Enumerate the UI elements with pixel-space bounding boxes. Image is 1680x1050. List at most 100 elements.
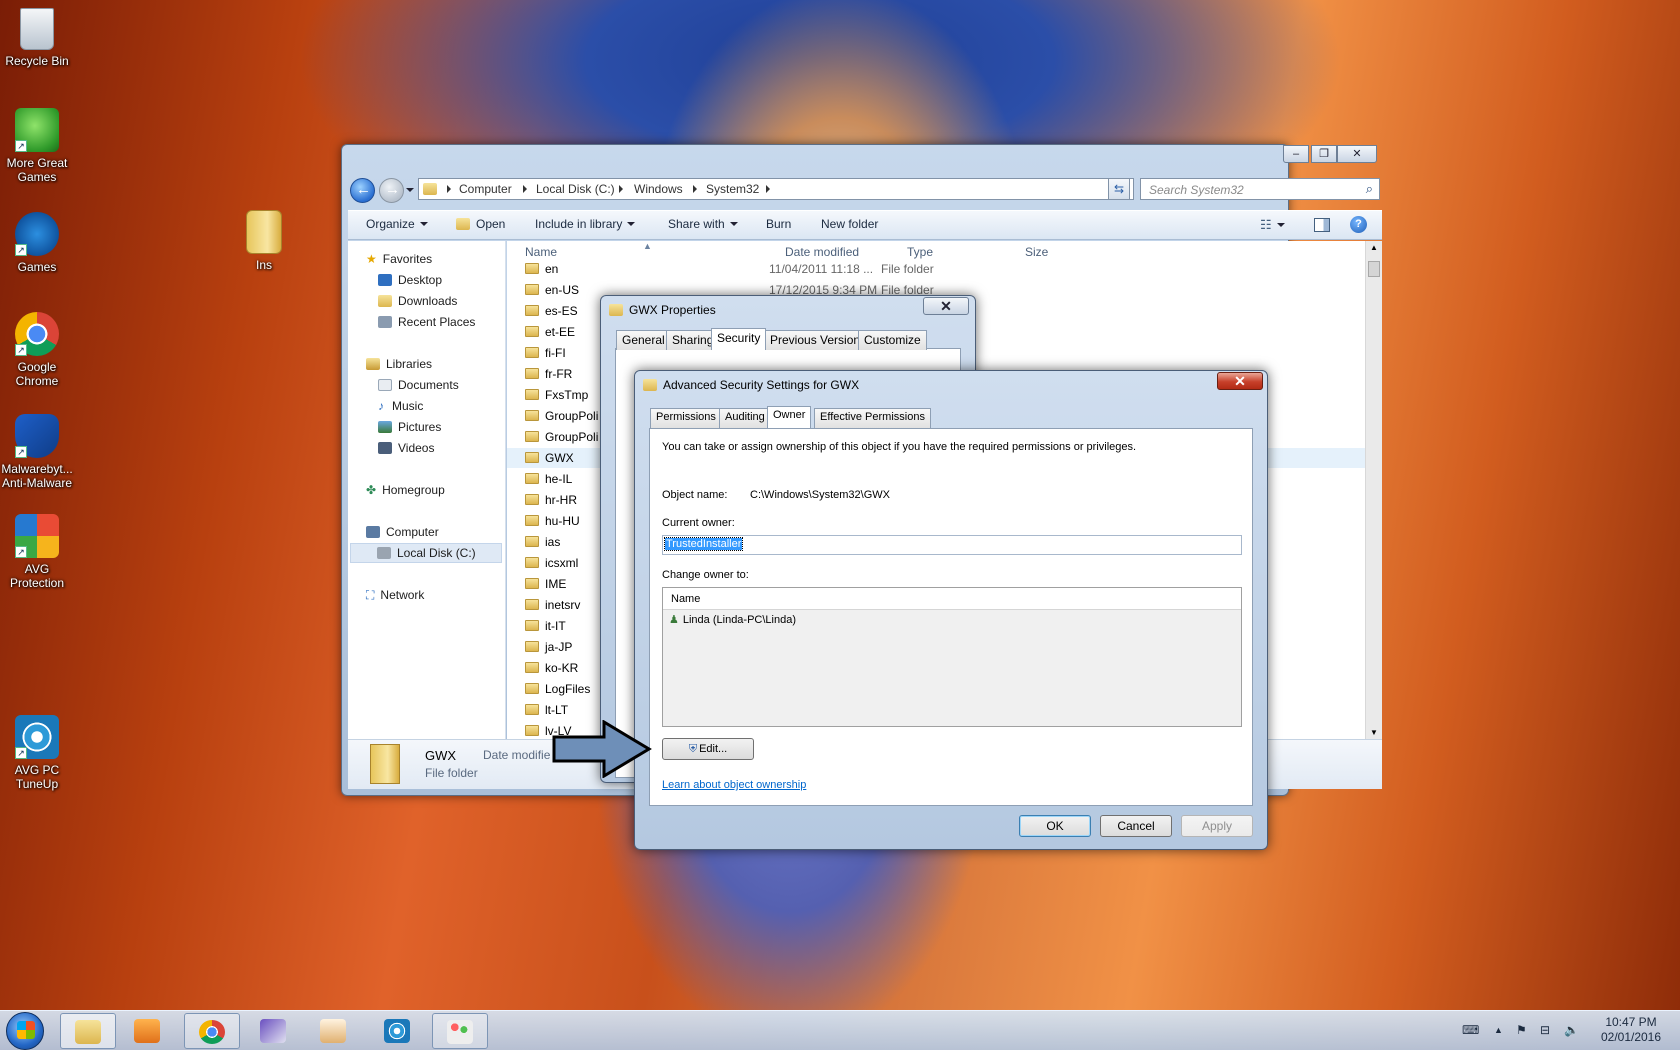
desktop-icon-google-chrome[interactable]: ↗ Google Chrome xyxy=(0,312,77,388)
apply-button[interactable]: Apply xyxy=(1181,815,1253,837)
clock[interactable]: 10:47 PM 02/01/2016 xyxy=(1596,1015,1666,1045)
scroll-down-icon[interactable]: ▼ xyxy=(1370,728,1378,737)
tab-customize[interactable]: Customize xyxy=(858,330,927,350)
file-list-scrollbar[interactable]: ▲ ▼ xyxy=(1365,241,1382,739)
advanced-close-button[interactable]: ✕ xyxy=(1217,372,1263,390)
help-icon[interactable]: ? xyxy=(1350,216,1367,233)
start-button[interactable] xyxy=(6,1012,44,1050)
current-owner-field[interactable]: TrustedInstaller xyxy=(662,535,1242,555)
new-folder-button[interactable]: New folder xyxy=(821,217,878,231)
taskbar-media-player[interactable] xyxy=(120,1013,176,1049)
tab-general[interactable]: General xyxy=(616,330,671,350)
avg-tuneup-icon: ↗ xyxy=(15,715,59,759)
desktop-icon-more-great-games[interactable]: ↗ More Great Games xyxy=(0,108,77,184)
column-header-name[interactable]: Name xyxy=(525,245,557,259)
column-header-date[interactable]: Date modified xyxy=(785,245,859,259)
desktop-icon-malwarebytes[interactable]: ↗ Malwarebyt... Anti-Malware xyxy=(0,414,77,490)
desktop-icon-ins-folder[interactable]: Ins xyxy=(224,210,304,272)
taskbar-mahjong[interactable] xyxy=(306,1013,362,1049)
folder-icon xyxy=(525,494,539,505)
nav-recent-places[interactable]: Recent Places xyxy=(378,315,475,329)
taskbar-explorer[interactable] xyxy=(60,1013,116,1049)
scroll-up-icon[interactable]: ▲ xyxy=(1370,243,1378,252)
tab-previous-versions[interactable]: Previous Versions xyxy=(764,330,873,350)
tab-effective-permissions[interactable]: Effective Permissions xyxy=(814,408,931,428)
back-button[interactable]: ← xyxy=(350,178,375,203)
refresh-button[interactable]: ⇆ xyxy=(1108,178,1130,200)
cancel-button[interactable]: Cancel xyxy=(1100,815,1172,837)
column-header-size[interactable]: Size xyxy=(1025,245,1048,259)
breadcrumb-local-disk[interactable]: Local Disk (C:) xyxy=(536,182,615,196)
breadcrumb-system32[interactable]: System32 xyxy=(706,182,759,196)
nav-favorites[interactable]: ★ Favorites xyxy=(366,252,432,266)
row-name: et-EE xyxy=(545,325,576,339)
search-box[interactable]: Search System32 ⌕ xyxy=(1140,178,1380,200)
nav-computer[interactable]: Computer xyxy=(366,525,439,539)
share-with-button[interactable]: Share with xyxy=(668,217,738,231)
folder-icon xyxy=(525,305,539,316)
organize-button[interactable]: Organize xyxy=(366,217,428,231)
include-in-library-button[interactable]: Include in library xyxy=(535,217,636,231)
owner-list-header[interactable]: Name xyxy=(663,588,1241,610)
folder-icon xyxy=(525,515,539,526)
desktop-icon-avg-protection[interactable]: ↗ AVG Protection xyxy=(0,514,77,590)
burn-button[interactable]: Burn xyxy=(766,217,791,231)
recent-pages-dropdown[interactable] xyxy=(406,188,414,192)
desktop-icon-avg-pc-tuneup[interactable]: ↗ AVG PC TuneUp xyxy=(0,715,77,791)
desktop-icon-recycle-bin[interactable]: Recycle Bin xyxy=(0,8,77,68)
tab-permissions[interactable]: Permissions xyxy=(650,408,722,428)
nav-pictures[interactable]: Pictures xyxy=(378,420,441,434)
maximize-button[interactable]: ❐ xyxy=(1311,145,1337,163)
frog-games-icon: ↗ xyxy=(15,108,59,152)
taskbar-avg-tuneup[interactable] xyxy=(370,1013,426,1049)
nav-libraries[interactable]: Libraries xyxy=(366,357,432,371)
current-owner-label: Current owner: xyxy=(662,517,735,529)
nav-videos[interactable]: Videos xyxy=(378,441,434,455)
avg-tuneup-icon xyxy=(384,1019,410,1043)
tab-security[interactable]: Security xyxy=(711,328,767,350)
volume-icon[interactable]: 🔈 xyxy=(1564,1023,1579,1037)
taskbar-paint[interactable] xyxy=(432,1013,488,1049)
change-view-button[interactable]: ☷ xyxy=(1260,217,1285,233)
owner-list[interactable]: Name ♟ Linda (Linda-PC\Linda) xyxy=(662,587,1242,727)
nav-homegroup[interactable]: ✤ Homegroup xyxy=(366,483,445,497)
address-bar[interactable]: Computer Local Disk (C:) Windows System3… xyxy=(418,178,1134,200)
action-center-flag-icon[interactable]: ⚑ xyxy=(1516,1023,1527,1037)
nav-music[interactable]: ♪ Music xyxy=(378,399,423,413)
table-row[interactable]: en 11/04/2011 11:18 ... File folder xyxy=(507,259,1365,279)
edit-owner-button[interactable]: ⛨ Edit... xyxy=(662,738,754,760)
column-header-type[interactable]: Type xyxy=(907,245,933,259)
minimize-button[interactable]: – xyxy=(1283,145,1309,163)
chevron-down-icon xyxy=(627,222,636,226)
tab-auditing[interactable]: Auditing xyxy=(719,408,771,428)
nav-local-disk[interactable]: Local Disk (C:) xyxy=(350,543,502,563)
show-hidden-icons[interactable]: ▲ xyxy=(1494,1025,1503,1035)
taskbar-chrome[interactable] xyxy=(184,1013,240,1049)
scrollbar-thumb[interactable] xyxy=(1368,261,1380,277)
learn-ownership-link[interactable]: Learn about object ownership xyxy=(662,779,806,791)
avg-protection-icon: ↗ xyxy=(15,514,59,558)
nav-network[interactable]: ⛶ Network xyxy=(366,588,424,603)
open-button[interactable]: Open xyxy=(456,217,505,231)
advanced-security-dialog[interactable]: Advanced Security Settings for GWX ✕ You… xyxy=(634,370,1268,850)
folder-icon xyxy=(525,725,539,736)
nav-downloads[interactable]: Downloads xyxy=(378,294,457,308)
breadcrumb-windows[interactable]: Windows xyxy=(634,182,683,196)
owner-list-item[interactable]: ♟ Linda (Linda-PC\Linda) xyxy=(669,613,796,626)
tray-keyboard-icon[interactable]: ⌨ xyxy=(1462,1023,1479,1037)
breadcrumb-computer[interactable]: Computer xyxy=(459,182,512,196)
tab-owner[interactable]: Owner xyxy=(767,406,812,428)
breadcrumb-separator-icon xyxy=(619,185,623,193)
desktop-icon-games[interactable]: ↗ Games xyxy=(0,212,77,274)
preview-pane-button[interactable] xyxy=(1314,218,1330,232)
close-button[interactable]: ✕ xyxy=(1337,145,1377,163)
explorer-icon xyxy=(75,1020,101,1044)
forward-button[interactable]: → xyxy=(379,178,404,203)
music-icon: ♪ xyxy=(378,399,384,413)
nav-desktop[interactable]: Desktop xyxy=(378,273,442,287)
network-tray-icon[interactable]: ⊟ xyxy=(1540,1023,1550,1037)
nav-documents[interactable]: Documents xyxy=(378,378,459,392)
ok-button[interactable]: OK xyxy=(1019,815,1091,837)
taskbar-solitaire[interactable] xyxy=(246,1013,302,1049)
properties-close-button[interactable]: ✕ xyxy=(923,297,969,315)
